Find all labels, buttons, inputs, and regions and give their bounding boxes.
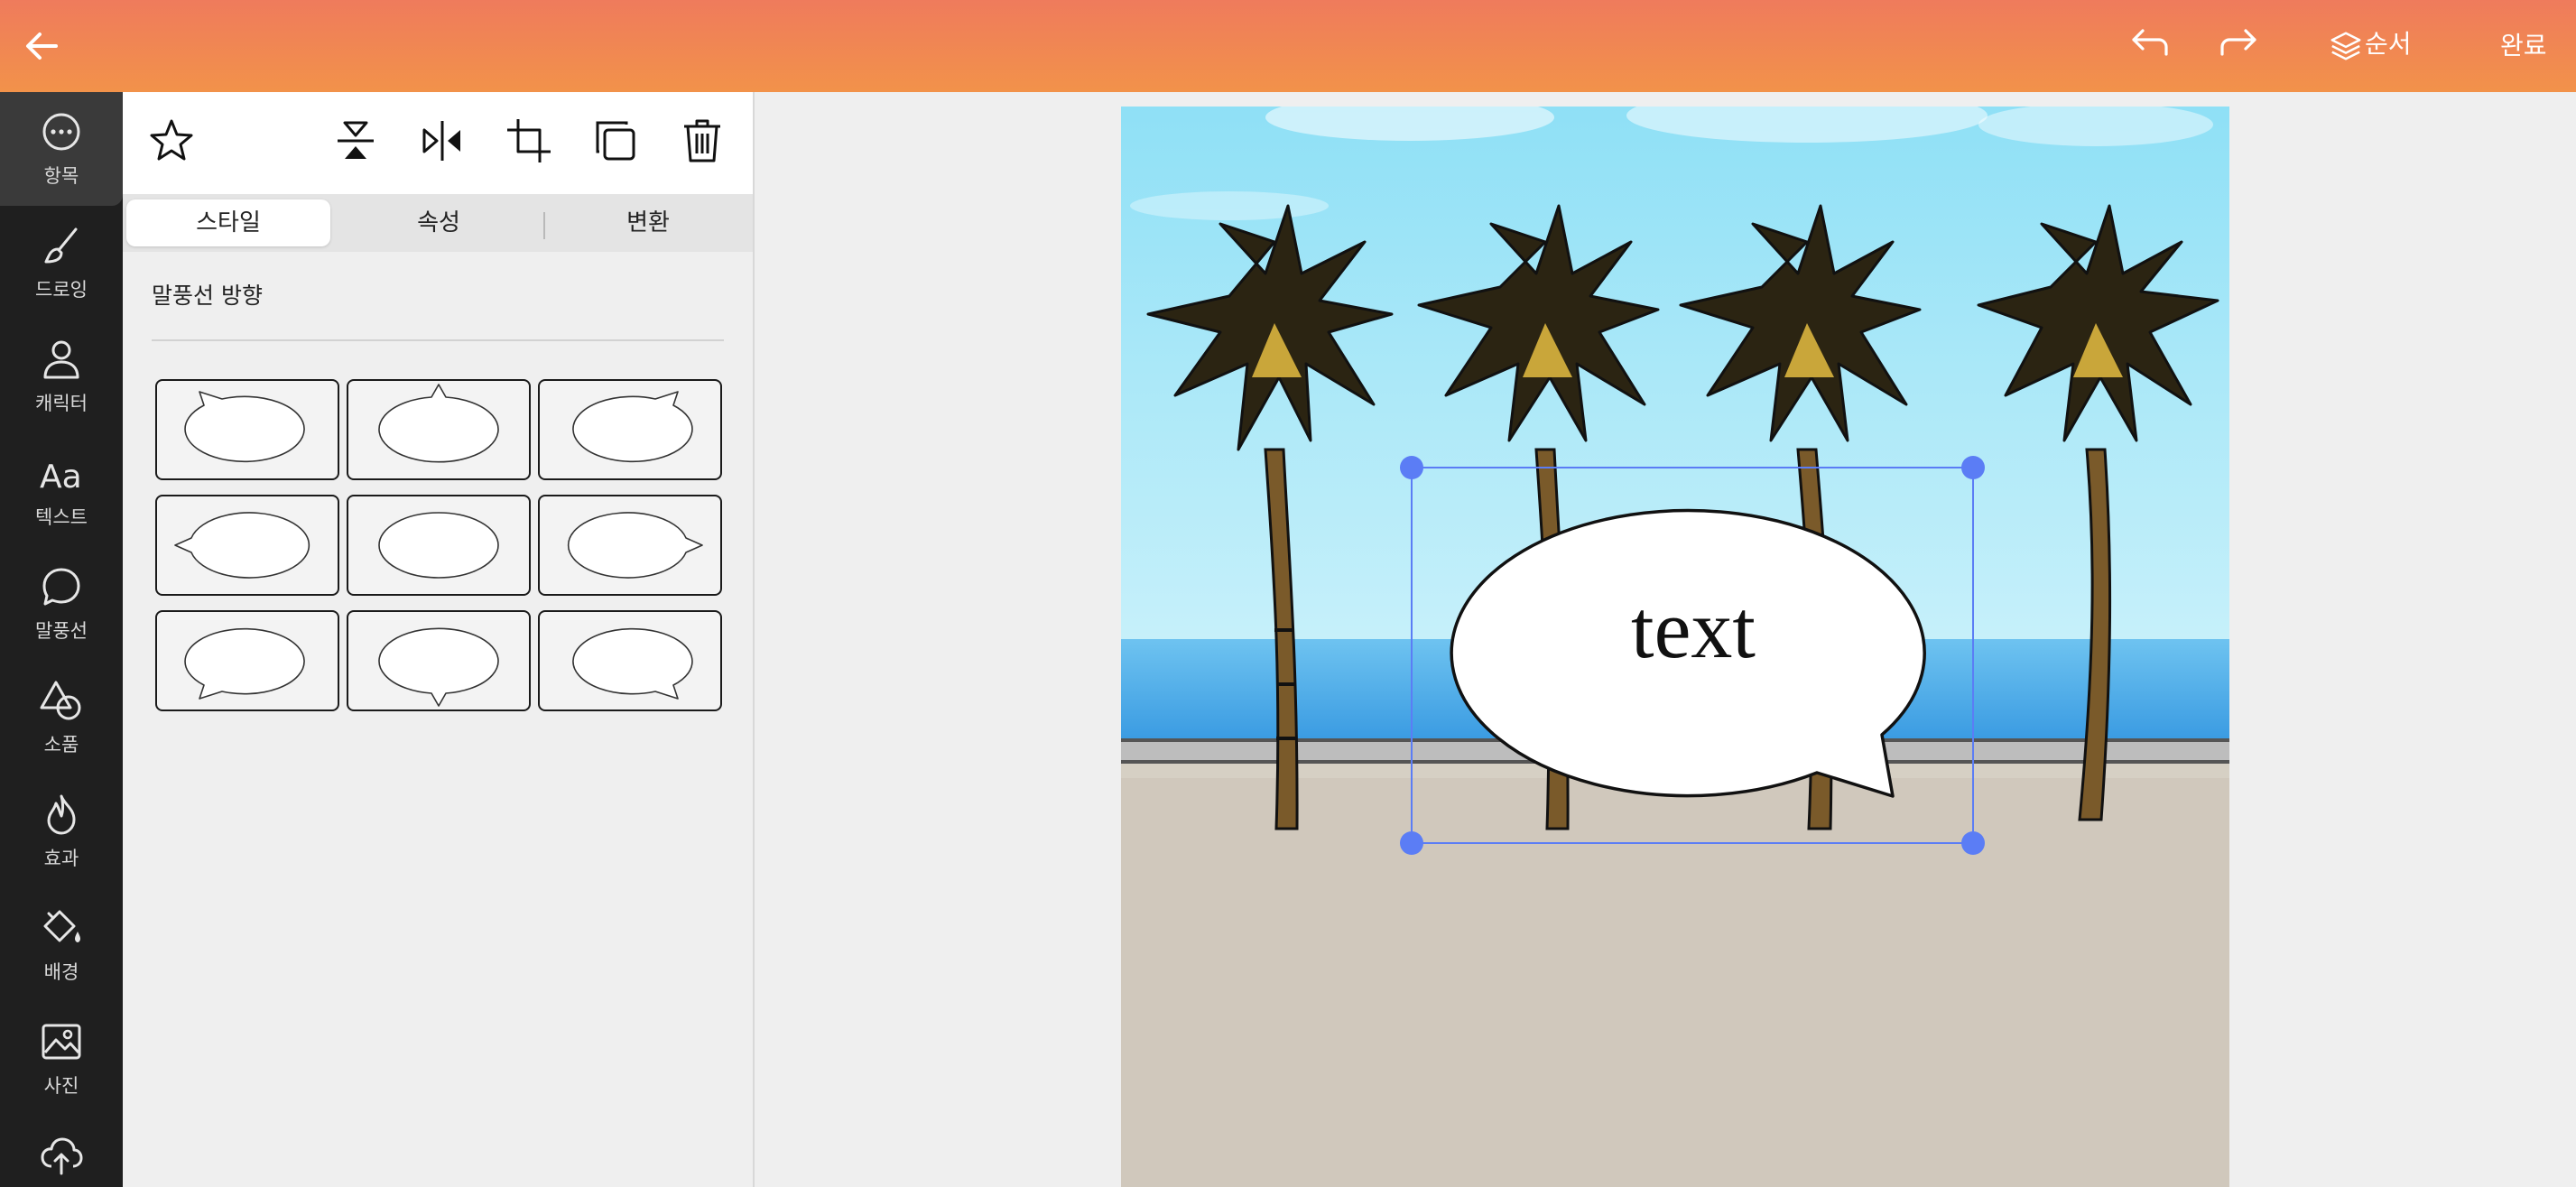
bubble-direction-right[interactable] — [538, 495, 722, 596]
rail-item-photo[interactable]: 사진 — [0, 1002, 123, 1116]
resize-handle-top-left[interactable] — [1400, 456, 1423, 479]
rail-label: 소품 — [43, 734, 79, 756]
resize-handle-top-right[interactable] — [1961, 456, 1985, 479]
rail-item-effect[interactable]: 효과 — [0, 774, 123, 888]
flame-icon — [47, 794, 76, 835]
rail-item-items[interactable]: 항목 — [0, 92, 123, 206]
rail-label: 말풍선 — [35, 620, 88, 642]
section-divider — [152, 339, 724, 341]
left-rail: 항목 드로잉 캐릭터 Aa 텍스트 말풍선 소품 효과 배경 사진 — [0, 92, 123, 1187]
panel-tabs: 스타일 속성 변환 — [123, 194, 753, 252]
tab-transform[interactable]: 변환 — [558, 199, 738, 246]
tab-divider — [543, 212, 545, 239]
layers-icon — [2330, 32, 2361, 60]
rail-item-drawing[interactable]: 드로잉 — [0, 206, 123, 320]
more-circle-icon — [42, 113, 80, 151]
top-bar: 순서 완료 — [0, 0, 2576, 92]
rail-item-character[interactable]: 캐릭터 — [0, 320, 123, 433]
flip-vertical-icon[interactable] — [330, 116, 381, 166]
bubble-direction-bottom-right[interactable] — [538, 610, 722, 711]
bubble-direction-bottom-left[interactable] — [155, 610, 339, 711]
bubble-direction-top-right[interactable] — [538, 379, 722, 480]
order-button[interactable]: 순서 — [2329, 23, 2437, 69]
crop-icon[interactable] — [504, 116, 554, 166]
section-title: 말풍선 방향 — [152, 283, 263, 309]
order-label: 순서 — [2365, 29, 2412, 59]
rail-label: 사진 — [43, 1075, 79, 1097]
speech-bubble[interactable]: text — [1450, 508, 1926, 798]
paint-bucket-icon — [43, 910, 80, 942]
flip-horizontal-icon[interactable] — [417, 116, 468, 166]
resize-handle-bottom-left[interactable] — [1400, 831, 1423, 855]
bubble-direction-bottom[interactable] — [347, 610, 531, 711]
comic-canvas[interactable]: text — [1121, 107, 2229, 1187]
done-button[interactable]: 완료 — [2500, 25, 2547, 67]
rail-label: 캐릭터 — [35, 393, 88, 414]
shapes-icon — [40, 681, 81, 720]
rail-item-upload[interactable] — [0, 1116, 123, 1187]
star-icon[interactable] — [146, 116, 197, 166]
rail-label: 효과 — [43, 848, 79, 869]
svg-text:Aa: Aa — [40, 459, 82, 496]
speech-bubble-icon — [42, 568, 80, 606]
bubble-text[interactable]: text — [1631, 583, 1756, 675]
bubble-direction-none[interactable] — [347, 495, 531, 596]
resize-handle-bottom-right[interactable] — [1961, 831, 1985, 855]
brush-icon — [44, 227, 78, 264]
bubble-direction-top-left[interactable] — [155, 379, 339, 480]
tab-properties[interactable]: 속성 — [348, 199, 529, 246]
duplicate-icon[interactable] — [590, 116, 641, 166]
bubble-direction-left[interactable] — [155, 495, 339, 596]
scene-background: text — [1121, 107, 2229, 1187]
rail-item-text[interactable]: Aa 텍스트 — [0, 433, 123, 547]
person-icon — [43, 340, 79, 379]
rail-label: 드로잉 — [35, 279, 88, 301]
rail-label: 텍스트 — [35, 506, 88, 528]
style-panel: 스타일 속성 변환 말풍선 방향 — [123, 92, 755, 1187]
rail-item-props[interactable]: 소품 — [0, 661, 123, 774]
bubble-direction-top[interactable] — [347, 379, 531, 480]
redo-icon[interactable] — [2215, 23, 2262, 69]
tab-style[interactable]: 스타일 — [126, 199, 330, 246]
undo-icon[interactable] — [2127, 23, 2173, 69]
rail-label: 항목 — [43, 165, 79, 187]
toolstrip — [123, 92, 753, 194]
rail-label: 배경 — [43, 961, 79, 983]
image-icon — [42, 1024, 81, 1060]
trash-icon[interactable] — [677, 116, 727, 166]
workspace: text — [755, 92, 2576, 1187]
rail-item-background[interactable]: 배경 — [0, 888, 123, 1002]
back-arrow-icon[interactable] — [20, 23, 65, 69]
cloud-upload-icon — [41, 1137, 83, 1175]
text-aa-icon: Aa — [40, 459, 82, 496]
rail-item-bubble[interactable]: 말풍선 — [0, 547, 123, 661]
